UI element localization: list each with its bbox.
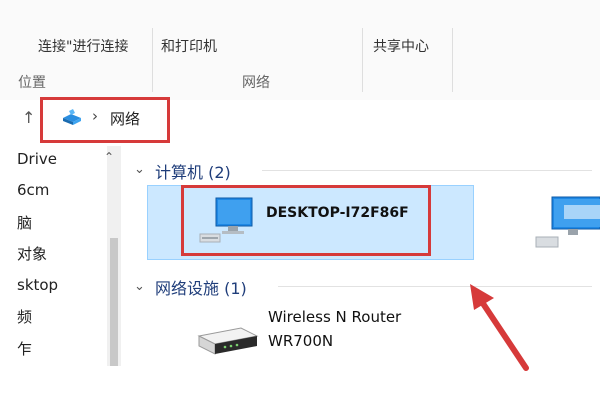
computer-name: DESKTOP-I72F86F (266, 205, 409, 221)
scroll-up-arrow-icon[interactable]: ⌃ (104, 150, 114, 164)
breadcrumb-separator: › (92, 107, 98, 125)
group-collapse-chevron-icon[interactable]: ⌄ (134, 162, 145, 177)
nav-item-videos[interactable]: 频 (17, 306, 32, 327)
ribbon-sharing-center-item[interactable]: 共享中心 (373, 36, 429, 56)
nav-item-desktop[interactable]: sktop (17, 276, 58, 294)
up-arrow-icon[interactable]: ↑ (22, 108, 35, 127)
ribbon-separator (452, 28, 453, 92)
computer-icon (199, 197, 253, 243)
annotation-highlight-address (40, 97, 170, 143)
annotation-arrow-icon (470, 284, 529, 371)
router-icon (197, 327, 259, 355)
ribbon-separator (152, 28, 153, 92)
nav-item-computer[interactable]: 脑 (17, 212, 32, 233)
nav-item-6cm[interactable]: 6cm (17, 181, 49, 199)
ribbon-group-network: 网络 (242, 75, 270, 91)
ribbon-connect-item[interactable]: 连接"进行连接 (38, 36, 128, 56)
group-collapse-chevron-icon[interactable]: ⌄ (134, 279, 145, 294)
group-divider (262, 170, 592, 171)
breadcrumb-network[interactable]: 网络 (110, 108, 140, 129)
ribbon-group-location: 位置 (18, 75, 46, 91)
router-name-line2: WR700N (268, 332, 334, 350)
nav-item-objects[interactable]: 对象 (17, 243, 47, 264)
group-divider (278, 286, 592, 287)
nav-item-downloads[interactable]: 乍 (17, 338, 32, 359)
ribbon-printers-item[interactable]: 和打印机 (161, 36, 217, 56)
group-header-computers[interactable]: 计算机 (2) (155, 159, 231, 183)
network-icon (63, 109, 81, 125)
router-name-line1: Wireless N Router (268, 308, 402, 326)
computer-icon[interactable] (534, 195, 600, 251)
group-header-infrastructure[interactable]: 网络设施 (1) (155, 275, 247, 299)
ribbon-separator (362, 28, 363, 92)
nav-item-drive[interactable]: Drive (17, 150, 57, 168)
nav-scrollbar-thumb[interactable] (110, 238, 118, 366)
